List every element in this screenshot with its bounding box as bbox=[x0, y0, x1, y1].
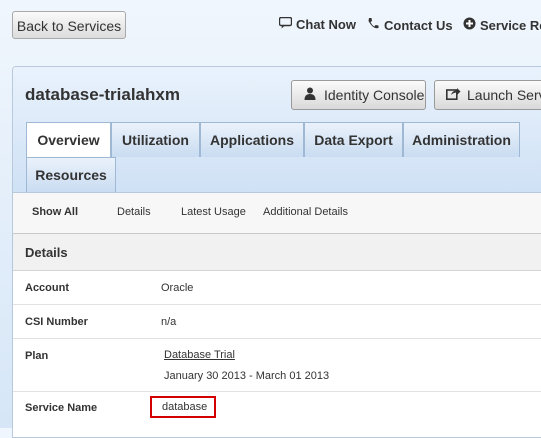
service-requests-label: Service Requ bbox=[480, 18, 541, 33]
service-panel: database-trialahxm Identity Console Laun… bbox=[12, 66, 541, 438]
plan-link[interactable]: Database Trial bbox=[164, 349, 235, 361]
csi-number-row: CSI Number n/a bbox=[13, 305, 541, 339]
subnav-latest-usage[interactable]: Latest Usage bbox=[181, 206, 246, 218]
service-name-value: database bbox=[150, 396, 216, 418]
details-title: Details bbox=[25, 245, 68, 260]
top-bar: Back to Services Chat Now Contact Us Ser… bbox=[0, 0, 541, 54]
tab-applications[interactable]: Applications bbox=[200, 122, 304, 157]
contact-us-link[interactable]: Contact Us bbox=[365, 17, 453, 33]
contact-us-label: Contact Us bbox=[384, 18, 453, 33]
tab-resources[interactable]: Resources bbox=[26, 157, 116, 192]
external-link-icon bbox=[445, 81, 461, 109]
plus-circle-icon bbox=[461, 17, 477, 33]
chat-now-link[interactable]: Chat Now bbox=[277, 16, 356, 32]
identity-console-button[interactable]: Identity Console bbox=[291, 80, 426, 110]
csi-number-label: CSI Number bbox=[25, 316, 88, 328]
tab-utilization[interactable]: Utilization bbox=[111, 122, 200, 157]
tab-overview[interactable]: Overview bbox=[26, 122, 111, 158]
plan-label: Plan bbox=[25, 350, 49, 362]
section-subnav: Show All Details Latest Usage Additional… bbox=[13, 193, 541, 234]
chat-bubble-icon bbox=[277, 16, 293, 32]
chat-now-label: Chat Now bbox=[296, 17, 356, 32]
plan-dates: January 30 2013 - March 01 2013 bbox=[164, 370, 330, 382]
identity-console-label: Identity Console bbox=[324, 87, 425, 103]
details-section-header: Details bbox=[13, 234, 541, 271]
launch-service-label: Launch Servi bbox=[467, 87, 541, 103]
service-header: database-trialahxm Identity Console Laun… bbox=[13, 67, 541, 193]
back-to-services-button[interactable]: Back to Services bbox=[12, 11, 126, 39]
service-requests-link[interactable]: Service Requ bbox=[461, 17, 541, 33]
subnav-additional-details[interactable]: Additional Details bbox=[263, 206, 348, 218]
account-value: Oracle bbox=[161, 282, 194, 294]
account-label: Account bbox=[25, 282, 69, 294]
csi-number-value: n/a bbox=[161, 316, 177, 328]
tab-data-export[interactable]: Data Export bbox=[304, 122, 403, 157]
account-row: Account Oracle bbox=[13, 271, 541, 305]
service-name-label: Service Name bbox=[25, 402, 98, 414]
plan-row: Plan Database Trial January 30 2013 - Ma… bbox=[13, 339, 541, 392]
subnav-show-all[interactable]: Show All bbox=[32, 206, 78, 218]
launch-service-button[interactable]: Launch Servi bbox=[434, 80, 541, 110]
service-name-row: Service Name database bbox=[13, 392, 541, 432]
subnav-details[interactable]: Details bbox=[117, 206, 151, 218]
user-icon bbox=[302, 81, 318, 109]
tab-administration[interactable]: Administration bbox=[403, 122, 520, 157]
service-title: database-trialahxm bbox=[25, 85, 180, 104]
phone-icon bbox=[365, 17, 381, 33]
